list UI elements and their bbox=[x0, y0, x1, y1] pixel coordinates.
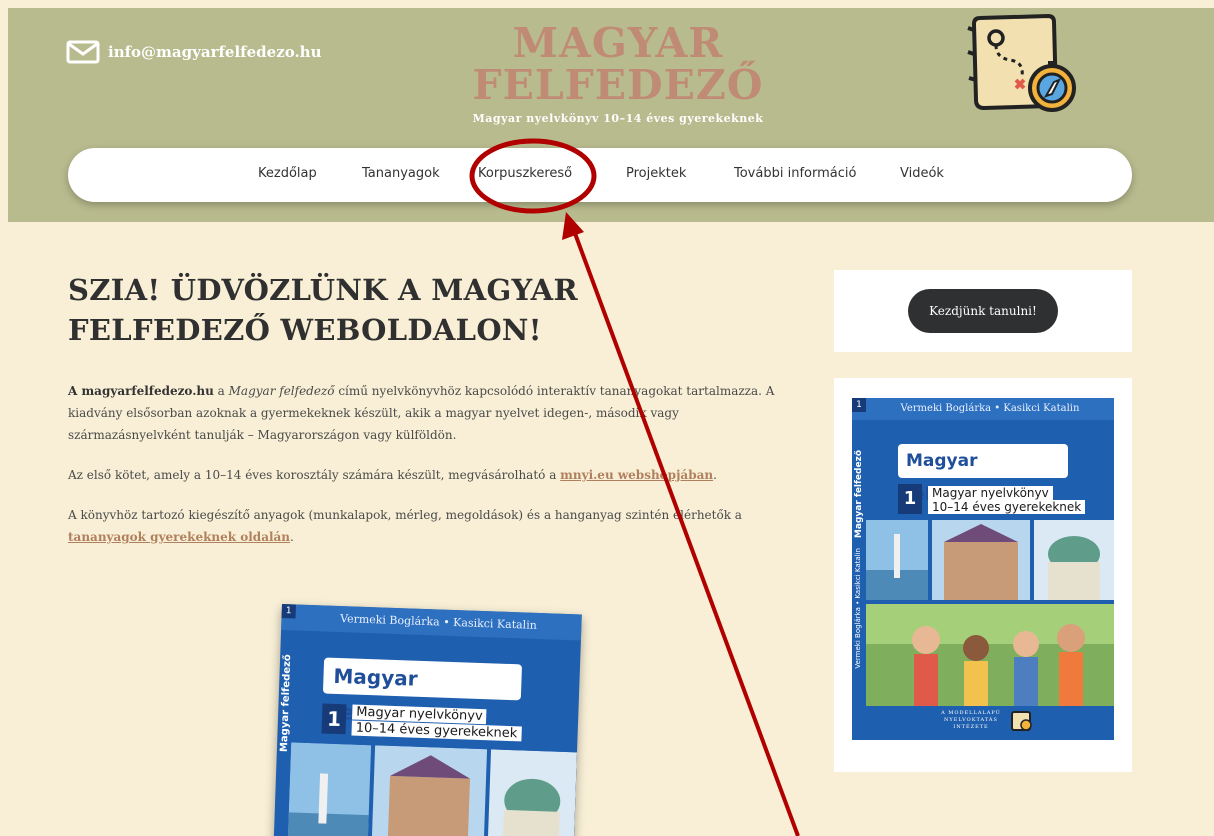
sidebar-book-authors: Vermeki Boglárka • Kasikci Katalin bbox=[852, 398, 1114, 420]
nav-item-tananyagok[interactable]: Tananyagok bbox=[362, 166, 440, 181]
sidebar-book-title-box: Magyar felfedező bbox=[898, 444, 1068, 505]
brand-tagline: Magyar nyelvkönyv 10–14 éves gyerekeknek bbox=[472, 112, 764, 125]
book-subtitle-2: 10–14 éves gyerekeknek bbox=[351, 720, 522, 742]
sidebar-book-photos bbox=[866, 520, 1114, 706]
sidebar-book-corner-number: 1 bbox=[852, 398, 866, 412]
sidebar-book-subtitle-1: Magyar nyelvkönyv bbox=[928, 486, 1053, 500]
sidebar-book-spine-authors: Vermeki Boglárka • Kasikci Katalin bbox=[854, 548, 862, 669]
book-title-box: Magyar felfedező bbox=[322, 657, 523, 727]
intro-paragraph: A magyarfelfedezo.hu a Magyar felfedező … bbox=[68, 380, 798, 446]
header-email[interactable]: info@magyarfelfedezo.hu bbox=[66, 40, 322, 64]
treasure-map-icon bbox=[1011, 711, 1032, 731]
brand-title-line1: MAGYAR bbox=[512, 19, 724, 67]
materials-text: A könyvhöz tartozó kiegészítő anyagok (m… bbox=[68, 508, 742, 522]
email-address[interactable]: info@magyarfelfedezo.hu bbox=[108, 43, 322, 61]
main-nav: Kezdőlap Tananyagok Korpuszkereső Projek… bbox=[68, 148, 1132, 202]
envelope-icon bbox=[66, 40, 100, 64]
sidebar-book-subtitle-2: 10–14 éves gyerekeknek bbox=[928, 500, 1086, 514]
webshop-text: Az első kötet, amely a 10–14 éves korosz… bbox=[68, 468, 561, 482]
treasure-map-icon bbox=[967, 13, 1076, 112]
publisher-line-1: A MODELLALAPÚ bbox=[941, 710, 1001, 716]
book-cover-photos bbox=[286, 742, 578, 836]
nav-item-videok[interactable]: Videók bbox=[900, 166, 944, 181]
brand-title-line2: FELFEDEZŐ bbox=[472, 61, 764, 109]
materials-end: . bbox=[290, 530, 294, 544]
start-learning-button[interactable]: Kezdjünk tanulni! bbox=[908, 289, 1058, 333]
materials-paragraph: A könyvhöz tartozó kiegészítő anyagok (m… bbox=[68, 504, 798, 548]
publisher-logo: A MODELLALAPÚ NYELVOKTATÁS INTÉZETE bbox=[936, 710, 1006, 731]
nav-item-kezdolap[interactable]: Kezdőlap bbox=[258, 166, 317, 181]
book-authors: Vermeki Boglárka • Kasikci Katalin bbox=[281, 604, 582, 641]
intro-text-a: a bbox=[213, 384, 229, 398]
webshop-paragraph: Az első kötet, amely a 10–14 éves korosz… bbox=[68, 464, 798, 486]
materials-link[interactable]: tananyagok gyerekeknek oldalán bbox=[68, 530, 290, 544]
nav-item-korpuszkereso[interactable]: Korpuszkereső bbox=[478, 166, 572, 181]
publisher-line-3: INTÉZETE bbox=[953, 724, 989, 730]
sidebar-book-volume-box: 1 bbox=[898, 484, 922, 514]
book-cover-sidebar[interactable]: Vermeki Boglárka • Kasikci Katalin 1 Mag… bbox=[852, 398, 1114, 740]
book-volume-box: 1 bbox=[321, 703, 347, 735]
site-brand[interactable]: MAGYAR FELFEDEZŐ Magyar nyelvkönyv 10–14… bbox=[438, 22, 798, 125]
nav-item-tovabbi-informacio[interactable]: További információ bbox=[734, 166, 856, 181]
cta-card: Kezdjünk tanulni! bbox=[834, 270, 1132, 352]
book-title-italic: Magyar felfedező bbox=[228, 384, 335, 398]
sidebar-book-spine-title: Magyar felfedező bbox=[854, 450, 864, 539]
webshop-link[interactable]: mnyi.eu webshopjában bbox=[560, 468, 713, 482]
nav-item-projektek[interactable]: Projektek bbox=[626, 166, 686, 181]
webshop-end: . bbox=[713, 468, 717, 482]
site-header: info@magyarfelfedezo.hu MAGYAR FELFEDEZŐ… bbox=[8, 8, 1214, 222]
page-title: SZIA! ÜDVÖZLÜNK A MAGYAR FELFEDEZŐ WEBOL… bbox=[68, 273, 578, 347]
book-corner-number: 1 bbox=[281, 604, 296, 619]
book-spine-title: Magyar felfedező bbox=[278, 654, 294, 753]
book-card: Vermeki Boglárka • Kasikci Katalin 1 Mag… bbox=[834, 378, 1132, 772]
main-content: SZIA! ÜDVÖZLÜNK A MAGYAR FELFEDEZŐ WEBOL… bbox=[68, 270, 798, 548]
site-name-bold: A magyarfelfedezo.hu bbox=[68, 384, 214, 398]
book-cover-main: Vermeki Boglárka • Kasikci Katalin 1 Mag… bbox=[272, 604, 582, 836]
publisher-line-2: NYELVOKTATÁS bbox=[944, 717, 998, 723]
